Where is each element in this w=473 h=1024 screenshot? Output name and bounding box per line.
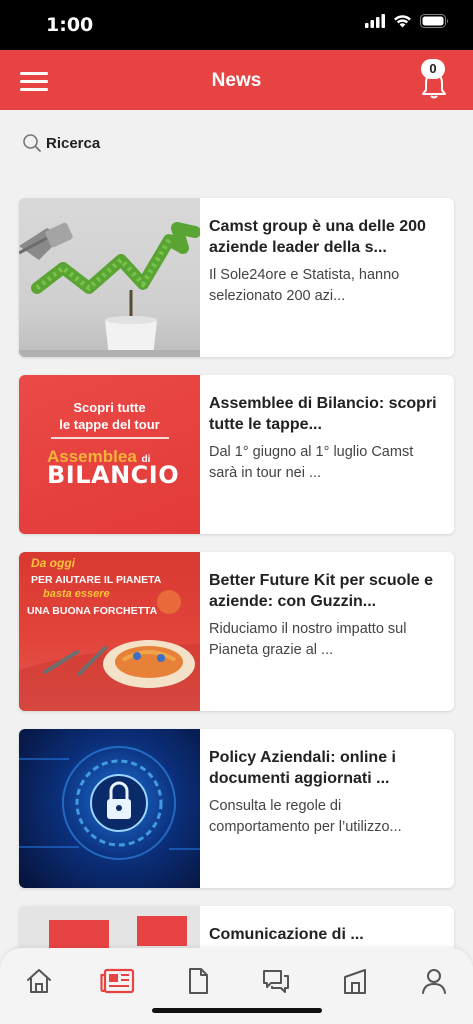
news-card-body: Better Future Kit per scuole e aziende: … — [209, 570, 440, 661]
chat-icon — [263, 970, 289, 993]
home-icon — [27, 969, 51, 993]
document-icon — [189, 968, 208, 994]
home-indicator — [152, 1008, 322, 1013]
news-icon — [100, 968, 135, 994]
news-thumbnail-security — [19, 729, 200, 888]
wifi-icon — [394, 15, 411, 28]
pasta-plate-image — [19, 590, 200, 711]
news-title: Better Future Kit per scuole e aziende: … — [209, 572, 434, 610]
nav-news[interactable] — [100, 966, 136, 996]
news-thumbnail-forchetta: Da oggi PER AIUTARE IL PIANETA basta ess… — [19, 552, 200, 711]
news-title: Policy Aziendali: online i documenti agg… — [209, 749, 396, 787]
news-title: Camst group è una delle 200 aziende lead… — [209, 218, 426, 256]
search-label: Ricerca — [46, 134, 101, 152]
profile-icon — [422, 969, 446, 994]
news-card[interactable]: Scopri tutte le tappe del tour Assemblea… — [19, 375, 454, 534]
notifications-button[interactable]: 0 — [417, 59, 451, 99]
news-thumbnail-growth — [19, 198, 200, 357]
battery-icon — [420, 14, 448, 28]
nav-profile[interactable] — [419, 966, 449, 996]
page-title: News — [211, 70, 262, 91]
news-excerpt: Il Sole24ore e Statista, hanno seleziona… — [209, 267, 400, 304]
thumb-text: BILANCIO — [47, 461, 180, 489]
status-icons — [365, 14, 449, 28]
news-card[interactable]: Policy Aziendali: online i documenti agg… — [19, 729, 454, 888]
status-time: 1:00 — [46, 14, 94, 36]
search-icon — [23, 134, 41, 152]
news-thumbnail-bilancio: Scopri tutte le tappe del tour Assemblea… — [19, 375, 200, 534]
search-button[interactable]: Ricerca — [22, 133, 100, 153]
news-excerpt: Riduciamo il nostro impatto sul Pianeta … — [209, 621, 407, 658]
news-card-body: Comunicazione di ... — [209, 924, 440, 945]
news-card[interactable]: Camst group è una delle 200 aziende lead… — [19, 198, 454, 357]
news-title: Assemblee di Bilancio: scopri tutte le t… — [209, 395, 437, 433]
lock-circuit-image — [19, 746, 200, 860]
app-header: News 0 — [0, 50, 473, 110]
growth-plant-image — [19, 222, 200, 357]
news-card-body: Camst group è una delle 200 aziende lead… — [209, 216, 440, 307]
nav-building[interactable] — [341, 966, 371, 996]
building-icon — [344, 969, 366, 994]
status-bar: 1:00 — [0, 0, 473, 50]
news-excerpt: Consulta le regole di comportamento per … — [209, 798, 402, 835]
notification-badge: 0 — [421, 59, 445, 79]
news-card-body: Policy Aziendali: online i documenti agg… — [209, 747, 440, 838]
news-card[interactable]: Da oggi PER AIUTARE IL PIANETA basta ess… — [19, 552, 454, 711]
news-card-body: Assemblee di Bilancio: scopri tutte le t… — [209, 393, 440, 484]
nav-chat[interactable] — [261, 966, 291, 996]
nav-documents[interactable] — [183, 966, 213, 996]
signal-icon — [365, 14, 385, 28]
thumb-text: Scopri tutte le tappe del tour — [59, 400, 160, 432]
nav-home[interactable] — [24, 966, 54, 996]
news-excerpt: Dal 1° giugno al 1° luglio Camst sarà in… — [209, 444, 414, 481]
thumb-divider — [51, 437, 169, 439]
news-title: Comunicazione di ... — [209, 926, 364, 943]
